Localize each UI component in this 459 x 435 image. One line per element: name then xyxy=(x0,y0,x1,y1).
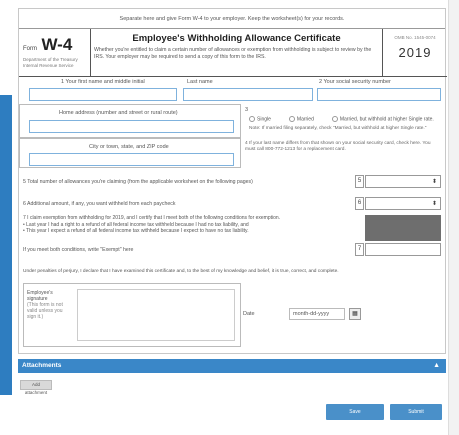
signature-label-text: Employee's signature xyxy=(27,290,53,302)
scrollbar[interactable] xyxy=(448,0,459,435)
city-label: City or town, state, and ZIP code xyxy=(89,144,169,150)
omb-number: OMB No. 1545-0074 xyxy=(394,35,436,40)
married-radio[interactable] xyxy=(288,116,295,122)
status-single[interactable]: Single xyxy=(249,116,271,122)
exempt-input[interactable] xyxy=(365,243,441,256)
date-input[interactable]: month-dd-yyyy xyxy=(289,308,345,320)
form-word: Form xyxy=(23,46,37,52)
marital-status-note: Note: If married filing separately, chec… xyxy=(249,126,427,131)
save-button[interactable]: Save xyxy=(326,404,384,420)
attachments-header[interactable]: Attachments ▲ xyxy=(18,359,446,373)
allowances-select[interactable]: ⬍ xyxy=(365,175,441,188)
address-label: Home address (number and street or rural… xyxy=(59,110,178,116)
form-name: W-4 xyxy=(41,35,73,54)
w4-form: Separate here and give Form W-4 to your … xyxy=(18,8,447,354)
add-attachment-button[interactable]: Add attachment xyxy=(20,380,52,395)
line-5-label: 5 Total number of allowances you're clai… xyxy=(23,179,253,185)
submit-button[interactable]: Submit xyxy=(390,404,442,420)
separate-note: Separate here and give Form W-4 to your … xyxy=(19,9,445,29)
signature-input[interactable] xyxy=(77,289,235,341)
certificate-description: Whether you're entitled to claim a certa… xyxy=(94,47,372,60)
ssn-label: 2 Your social security number xyxy=(319,79,391,85)
single-radio[interactable] xyxy=(249,116,255,122)
signature-sublabel: (This form is not valid unless you sign … xyxy=(27,302,63,320)
shaded-area xyxy=(365,215,441,241)
line-7-conditions: 7 I claim exemption from withholding for… xyxy=(23,215,349,235)
stepper-icon: ⬍ xyxy=(431,201,437,207)
ssn-input[interactable] xyxy=(317,88,441,101)
married-higher-radio[interactable] xyxy=(331,116,338,122)
form-id-block: Form W-4 Department of the Treasury Inte… xyxy=(19,29,91,77)
department-label: Department of the Treasury Internal Reve… xyxy=(23,57,78,68)
year-block: OMB No. 1545-0074 2019 xyxy=(383,29,447,77)
line-7-number: 7 xyxy=(355,243,364,256)
name-differs-note: 4 If your last name differs from that sh… xyxy=(245,141,431,152)
calendar-icon[interactable]: ▦ xyxy=(349,308,361,320)
additional-amount-input[interactable]: ⬍ xyxy=(365,197,441,210)
line-6-label: 6 Additional amount, if any, you want wi… xyxy=(23,201,176,207)
chevron-down-icon: ⬍ xyxy=(431,179,437,185)
tax-year: 2019 xyxy=(398,45,432,60)
first-name-label: 1 Your first name and middle initial xyxy=(61,79,145,85)
married-label: Married xyxy=(296,116,314,123)
date-label: Date xyxy=(243,311,255,317)
marital-status-number: 3 xyxy=(245,107,249,113)
line-6-number: 6 xyxy=(355,197,364,210)
last-name-label: Last name xyxy=(187,79,213,85)
perjury-statement: Under penalties of perjury, I declare th… xyxy=(23,269,339,274)
status-married[interactable]: Married xyxy=(288,116,314,123)
married-higher-label: Married, but withhold at higher Single r… xyxy=(339,116,434,123)
address-input[interactable] xyxy=(29,120,234,133)
page-title: Employee's Withholding Allowance Certifi… xyxy=(132,33,341,44)
single-label: Single xyxy=(257,116,271,123)
last-name-input[interactable] xyxy=(183,88,313,101)
status-married-higher[interactable]: Married, but withhold at higher Single r… xyxy=(331,116,434,123)
chevron-up-icon[interactable]: ▲ xyxy=(433,359,440,373)
city-input[interactable] xyxy=(29,153,234,166)
attachments-title: Attachments xyxy=(22,362,62,369)
signature-label: Employee's signature (This form is not v… xyxy=(27,290,73,320)
line-7-bullet-2: • This year I expect a refund of all fed… xyxy=(23,228,249,234)
marital-status-options: Single Married Married, but withhold at … xyxy=(249,116,434,122)
exempt-label: If you meet both conditions, write "Exem… xyxy=(23,247,134,253)
line-5-number: 5 xyxy=(355,175,364,188)
title-block: Employee's Withholding Allowance Certifi… xyxy=(91,29,383,77)
left-accent-bar xyxy=(0,95,12,395)
first-name-input[interactable] xyxy=(29,88,177,101)
